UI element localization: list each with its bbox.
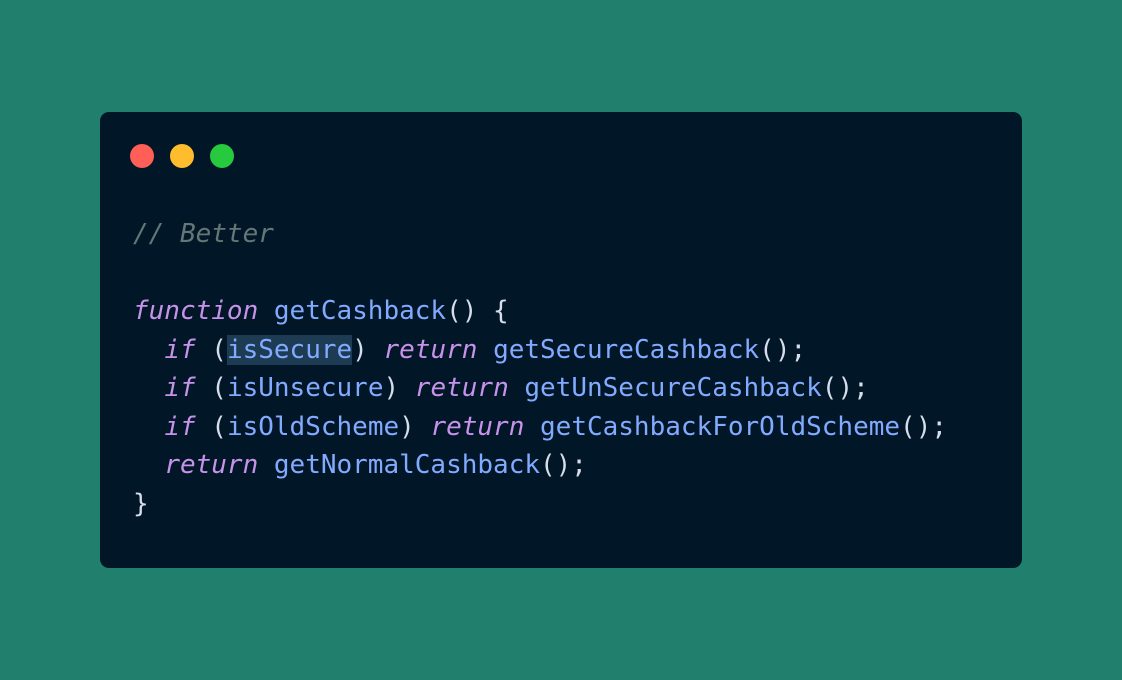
open-paren: ( <box>195 373 227 403</box>
open-paren: ( <box>195 334 227 365</box>
code-block: // Better function getCashback() { if (i… <box>133 215 947 523</box>
code-line-if-unsecure: if (isUnsecure) return getUnSecureCashba… <box>133 369 947 408</box>
close-paren: ) <box>399 411 431 442</box>
keyword-function: function <box>133 296 259 326</box>
call-end: (); <box>821 373 869 403</box>
code-line-close-brace: } <box>133 485 947 524</box>
call-end: (); <box>759 334 807 365</box>
comment-text: // Better <box>133 219 274 249</box>
condition-identifier: isUnsecure <box>226 373 384 403</box>
code-window: // Better function getCashback() { if (i… <box>100 112 1022 568</box>
call-name: getCashbackForOldScheme <box>540 411 901 442</box>
close-dot-icon <box>130 144 154 168</box>
code-line-comment: // Better <box>133 215 947 254</box>
call-name: getSecureCashback <box>493 334 760 365</box>
selected-identifier[interactable]: isSecure <box>226 334 353 365</box>
closing-brace: } <box>133 488 149 519</box>
keyword-if: if <box>164 411 196 442</box>
call-end: (); <box>540 450 587 480</box>
keyword-return: return <box>430 411 525 442</box>
close-paren: ) <box>352 334 384 365</box>
open-paren: ( <box>195 411 227 442</box>
function-signature-rest: () { <box>446 296 509 326</box>
close-paren: ) <box>383 373 415 403</box>
code-line-function: function getCashback() { <box>133 292 947 331</box>
keyword-if: if <box>164 373 196 403</box>
keyword-return: return <box>414 373 509 403</box>
function-name: getCashback <box>273 296 447 326</box>
maximize-dot-icon <box>210 144 234 168</box>
keyword-return: return <box>383 334 478 365</box>
keyword-if: if <box>164 334 196 365</box>
call-end: (); <box>900 411 948 442</box>
code-line-if-secure: if (isSecure) return getSecureCashback()… <box>133 331 947 370</box>
code-line-return-normal: return getNormalCashback(); <box>133 446 947 485</box>
call-name: getNormalCashback <box>273 450 540 480</box>
keyword-return: return <box>164 450 259 480</box>
call-name: getUnSecureCashback <box>524 373 822 403</box>
code-line-if-old-scheme: if (isOldScheme) return getCashbackForOl… <box>133 408 947 447</box>
minimize-dot-icon <box>170 144 194 168</box>
condition-identifier: isOldScheme <box>226 411 400 442</box>
